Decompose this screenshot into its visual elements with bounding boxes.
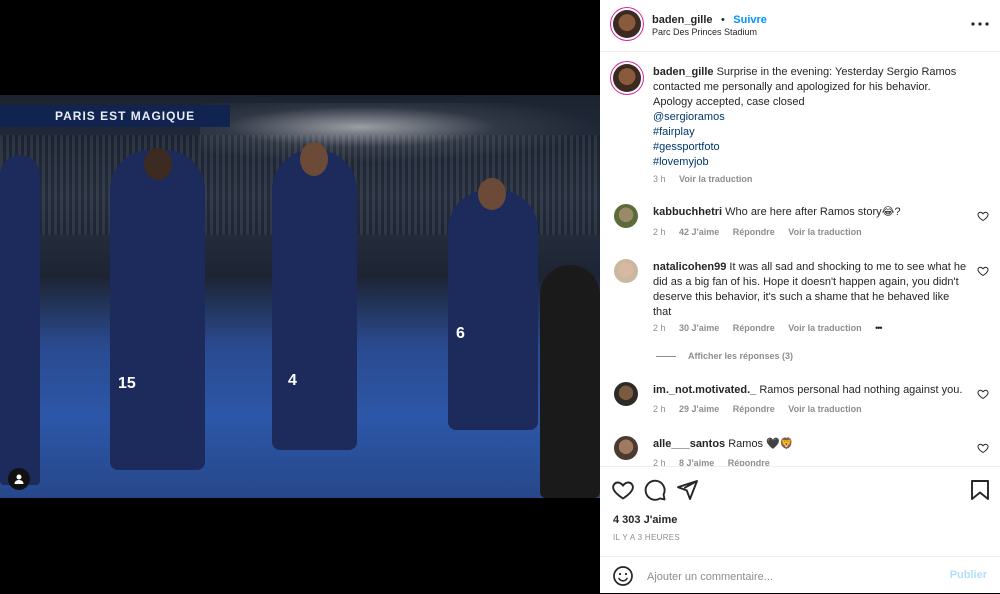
save-bookmark-icon[interactable]: [968, 478, 992, 502]
comment-time: 2 h: [653, 323, 666, 333]
reply-button[interactable]: Répondre: [733, 323, 775, 333]
post-timestamp[interactable]: IL Y A 3 HEURES: [613, 533, 680, 542]
translate-link[interactable]: Voir la traduction: [788, 227, 861, 237]
author-username[interactable]: baden_gille: [652, 14, 713, 26]
publish-button[interactable]: Publier: [950, 569, 987, 581]
comment-composer: Publier: [600, 556, 1000, 594]
jersey-number: 4: [288, 372, 297, 389]
caption-username[interactable]: baden_gille: [653, 66, 714, 78]
player-left: [0, 155, 40, 485]
likes-count[interactable]: 4 303 J'aime: [613, 514, 677, 526]
reply-button[interactable]: Répondre: [733, 227, 775, 237]
heart-icon[interactable]: [977, 265, 989, 277]
player-15: 15: [110, 148, 205, 470]
separator-dot: •: [720, 14, 725, 26]
jersey-number: 15: [118, 375, 136, 392]
stadium-lights: [200, 103, 600, 163]
comment-username[interactable]: alle___santos: [653, 438, 725, 450]
comment: alle___santos Ramos 🖤🦁 2 h 8 J'aime Répo…: [600, 434, 1000, 466]
user-tag-icon[interactable]: [8, 468, 30, 490]
comment-time: 2 h: [653, 458, 666, 466]
post-header: baden_gille • Suivre Parc Des Princes St…: [600, 0, 1000, 52]
comment-text: Ramos 🖤🦁: [728, 438, 794, 450]
avatar[interactable]: [614, 382, 638, 406]
caption-time: 3 h: [653, 174, 666, 184]
comment-time: 2 h: [653, 227, 666, 237]
reply-button[interactable]: Répondre: [728, 458, 770, 466]
post-media-pane: PARIS EST MAGIQUE 15 4 6: [0, 0, 600, 593]
comment-username[interactable]: natalicohen99: [653, 261, 726, 273]
heart-icon[interactable]: [977, 210, 989, 222]
view-replies-label: Afficher les réponses (3): [688, 351, 794, 361]
post-details-pane: baden_gille • Suivre Parc Des Princes St…: [600, 0, 1000, 593]
emoji-smiley-icon[interactable]: [611, 564, 635, 588]
avatar[interactable]: [614, 436, 638, 460]
photographer: [540, 265, 600, 498]
caption-tag[interactable]: #lovemyjob: [653, 156, 709, 168]
comment: im._not.motivated._ Ramos personal had n…: [600, 380, 1000, 420]
replies-divider: [656, 355, 676, 357]
translate-link[interactable]: Voir la traduction: [788, 404, 861, 414]
comment-likes[interactable]: 8 J'aime: [679, 458, 714, 466]
comment-likes[interactable]: 42 J'aime: [679, 227, 719, 237]
caption-tag[interactable]: #fairplay: [653, 126, 695, 138]
heart-icon[interactable]: [977, 442, 989, 454]
more-horizontal-icon[interactable]: [968, 12, 992, 36]
comment-bubble-icon[interactable]: [643, 478, 667, 502]
stadium-banner: PARIS EST MAGIQUE: [0, 105, 230, 127]
player-6: 6: [448, 178, 538, 430]
comment-username[interactable]: im._not.motivated._: [653, 384, 756, 396]
player-4: 4: [272, 142, 357, 450]
share-send-icon[interactable]: [675, 478, 699, 502]
more-options-icon[interactable]: •••: [875, 323, 883, 333]
avatar[interactable]: [613, 10, 641, 38]
comment-text: Who are here after Ramos story😂?: [725, 206, 901, 218]
translate-link[interactable]: Voir la traduction: [679, 174, 752, 184]
comment-text: Ramos personal had nothing against you.: [759, 384, 963, 396]
avatar[interactable]: [613, 64, 641, 92]
comment-input[interactable]: [645, 566, 939, 588]
comments-list[interactable]: baden_gille Surprise in the evening: Yes…: [600, 52, 1000, 466]
caption: baden_gille Surprise in the evening: Yes…: [600, 62, 1000, 192]
reply-button[interactable]: Répondre: [733, 404, 775, 414]
post-actions: 4 303 J'aime IL Y A 3 HEURES: [600, 466, 1000, 557]
caption-tag[interactable]: @sergioramos: [653, 111, 725, 123]
post-location[interactable]: Parc Des Princes Stadium: [652, 27, 757, 37]
avatar[interactable]: [614, 259, 638, 283]
post-photo[interactable]: PARIS EST MAGIQUE 15 4 6: [0, 95, 600, 498]
comment: kabbuchhetri Who are here after Ramos st…: [600, 202, 1000, 242]
follow-button[interactable]: Suivre: [733, 14, 767, 26]
avatar[interactable]: [614, 204, 638, 228]
comment-likes[interactable]: 30 J'aime: [679, 323, 719, 333]
comment-username[interactable]: kabbuchhetri: [653, 206, 722, 218]
jersey-number: 6: [456, 325, 465, 342]
comment: natalicohen99 It was all sad and shockin…: [600, 257, 1000, 367]
comment-time: 2 h: [653, 404, 666, 414]
heart-icon[interactable]: [977, 388, 989, 400]
caption-tag[interactable]: #gessportfoto: [653, 141, 720, 153]
translate-link[interactable]: Voir la traduction: [788, 323, 861, 333]
view-replies-button[interactable]: Afficher les réponses (3): [656, 351, 793, 361]
comment-likes[interactable]: 29 J'aime: [679, 404, 719, 414]
like-heart-icon[interactable]: [611, 478, 635, 502]
